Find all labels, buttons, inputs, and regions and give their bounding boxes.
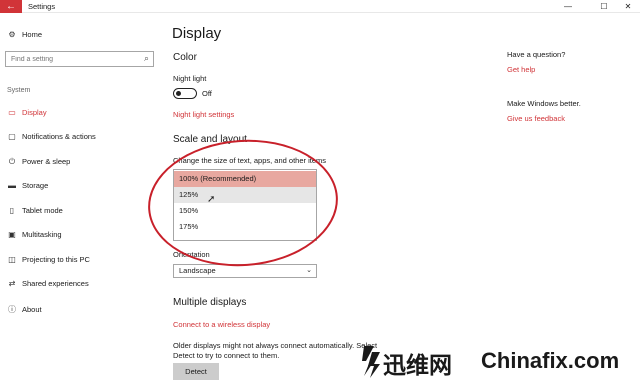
night-light-toggle[interactable] [173,88,197,99]
sidebar-item-label: Tablet mode [22,206,63,215]
sidebar-item-label: Display [22,108,47,117]
watermark-text-en: Chinafix.com [481,348,620,373]
close-button[interactable]: ✕ [616,0,640,13]
watermark-logo-icon [362,346,380,378]
back-button[interactable]: ← [0,0,22,13]
page-title: Display [172,25,222,42]
multiple-desc-line1: Older displays might not always connect … [173,341,378,350]
sidebar-item-shared[interactable]: ⇄ Shared experiences [7,279,89,288]
sidebar-item-storage[interactable]: ▬ Storage [7,181,48,190]
color-heading: Color [173,52,197,63]
scale-heading: Scale and layout [173,134,247,145]
sidebar-item-label: Projecting to this PC [22,255,90,264]
share-icon: ⇄ [8,279,16,288]
chevron-down-icon: ⌄ [306,267,312,274]
sidebar-item-about[interactable]: ⓘ About [7,304,42,315]
power-icon: ⏻ [8,157,16,166]
night-light-label: Night light [173,74,207,83]
feedback-link[interactable]: Give us feedback [507,114,565,123]
detect-button[interactable]: Detect [173,363,219,380]
scale-option-150[interactable]: 150% [174,203,316,219]
projector-icon: ◫ [8,255,16,264]
sidebar [0,13,160,390]
info-icon: ⓘ [8,305,16,314]
monitor-icon: ▭ [8,108,16,117]
get-help-link[interactable]: Get help [507,65,535,74]
notification-icon: ▢ [8,132,16,141]
sidebar-item-label: Storage [22,181,49,190]
multiple-desc-line2: Detect to try to connect to them. [173,351,280,360]
scale-dropdown-list[interactable]: 100% (Recommended) 125% 150% 175% [173,169,317,241]
minimize-button[interactable]: — [556,0,580,13]
scale-label: Change the size of text, apps, and other… [173,156,327,165]
night-light-state: Off [202,89,212,98]
toggle-knob [176,90,181,96]
storage-icon: ▬ [8,181,16,190]
multiple-displays-heading: Multiple displays [173,297,247,308]
sidebar-item-display[interactable]: ▭ Display [7,108,47,117]
sidebar-item-label: Multitasking [22,230,62,239]
search-box[interactable]: ⌕ [5,51,154,67]
connect-wireless-display-link[interactable]: Connect to a wireless display [173,320,270,329]
sidebar-section-label: System [7,87,31,94]
title-bar: ← Settings — ☐ ✕ [0,0,640,13]
scale-option-100[interactable]: 100% (Recommended) [174,171,316,187]
night-light-settings-link[interactable]: Night light settings [173,110,234,119]
sidebar-item-label: About [22,305,42,314]
home-label: Home [22,30,43,39]
search-icon[interactable]: ⌕ [144,53,149,64]
sidebar-item-label: Notifications & actions [22,132,96,141]
orientation-value: Landscape [179,266,216,275]
sidebar-item-power[interactable]: ⏻ Power & sleep [7,157,71,167]
maximize-button[interactable]: ☐ [592,0,616,13]
watermark-text-cn: 迅维网 [383,352,452,378]
tablet-icon: ▯ [9,206,15,215]
sidebar-item-label: Power & sleep [22,157,71,166]
multitasking-icon: ▣ [8,230,16,239]
scale-option-175[interactable]: 175% [174,219,316,235]
sidebar-item-multitasking[interactable]: ▣ Multitasking [7,230,62,239]
better-heading: Make Windows better. [507,99,581,108]
sidebar-item-notifications[interactable]: ▢ Notifications & actions [7,132,96,141]
question-heading: Have a question? [507,50,566,59]
sidebar-item-tablet[interactable]: ▯ Tablet mode [7,206,63,215]
sidebar-item-projecting[interactable]: ◫ Projecting to this PC [7,255,90,264]
search-input[interactable] [11,54,136,65]
sidebar-item-label: Shared experiences [22,279,89,288]
orientation-label: Orientation [173,250,210,259]
window-title: Settings [28,2,56,11]
orientation-select[interactable]: Landscape ⌄ [173,264,317,278]
mouse-cursor-icon: ➚ [207,194,216,205]
home-gear-icon: ⚙ [8,30,16,39]
scale-option-125[interactable]: 125% [174,187,316,203]
sidebar-item-home[interactable]: ⚙ Home [7,30,42,39]
